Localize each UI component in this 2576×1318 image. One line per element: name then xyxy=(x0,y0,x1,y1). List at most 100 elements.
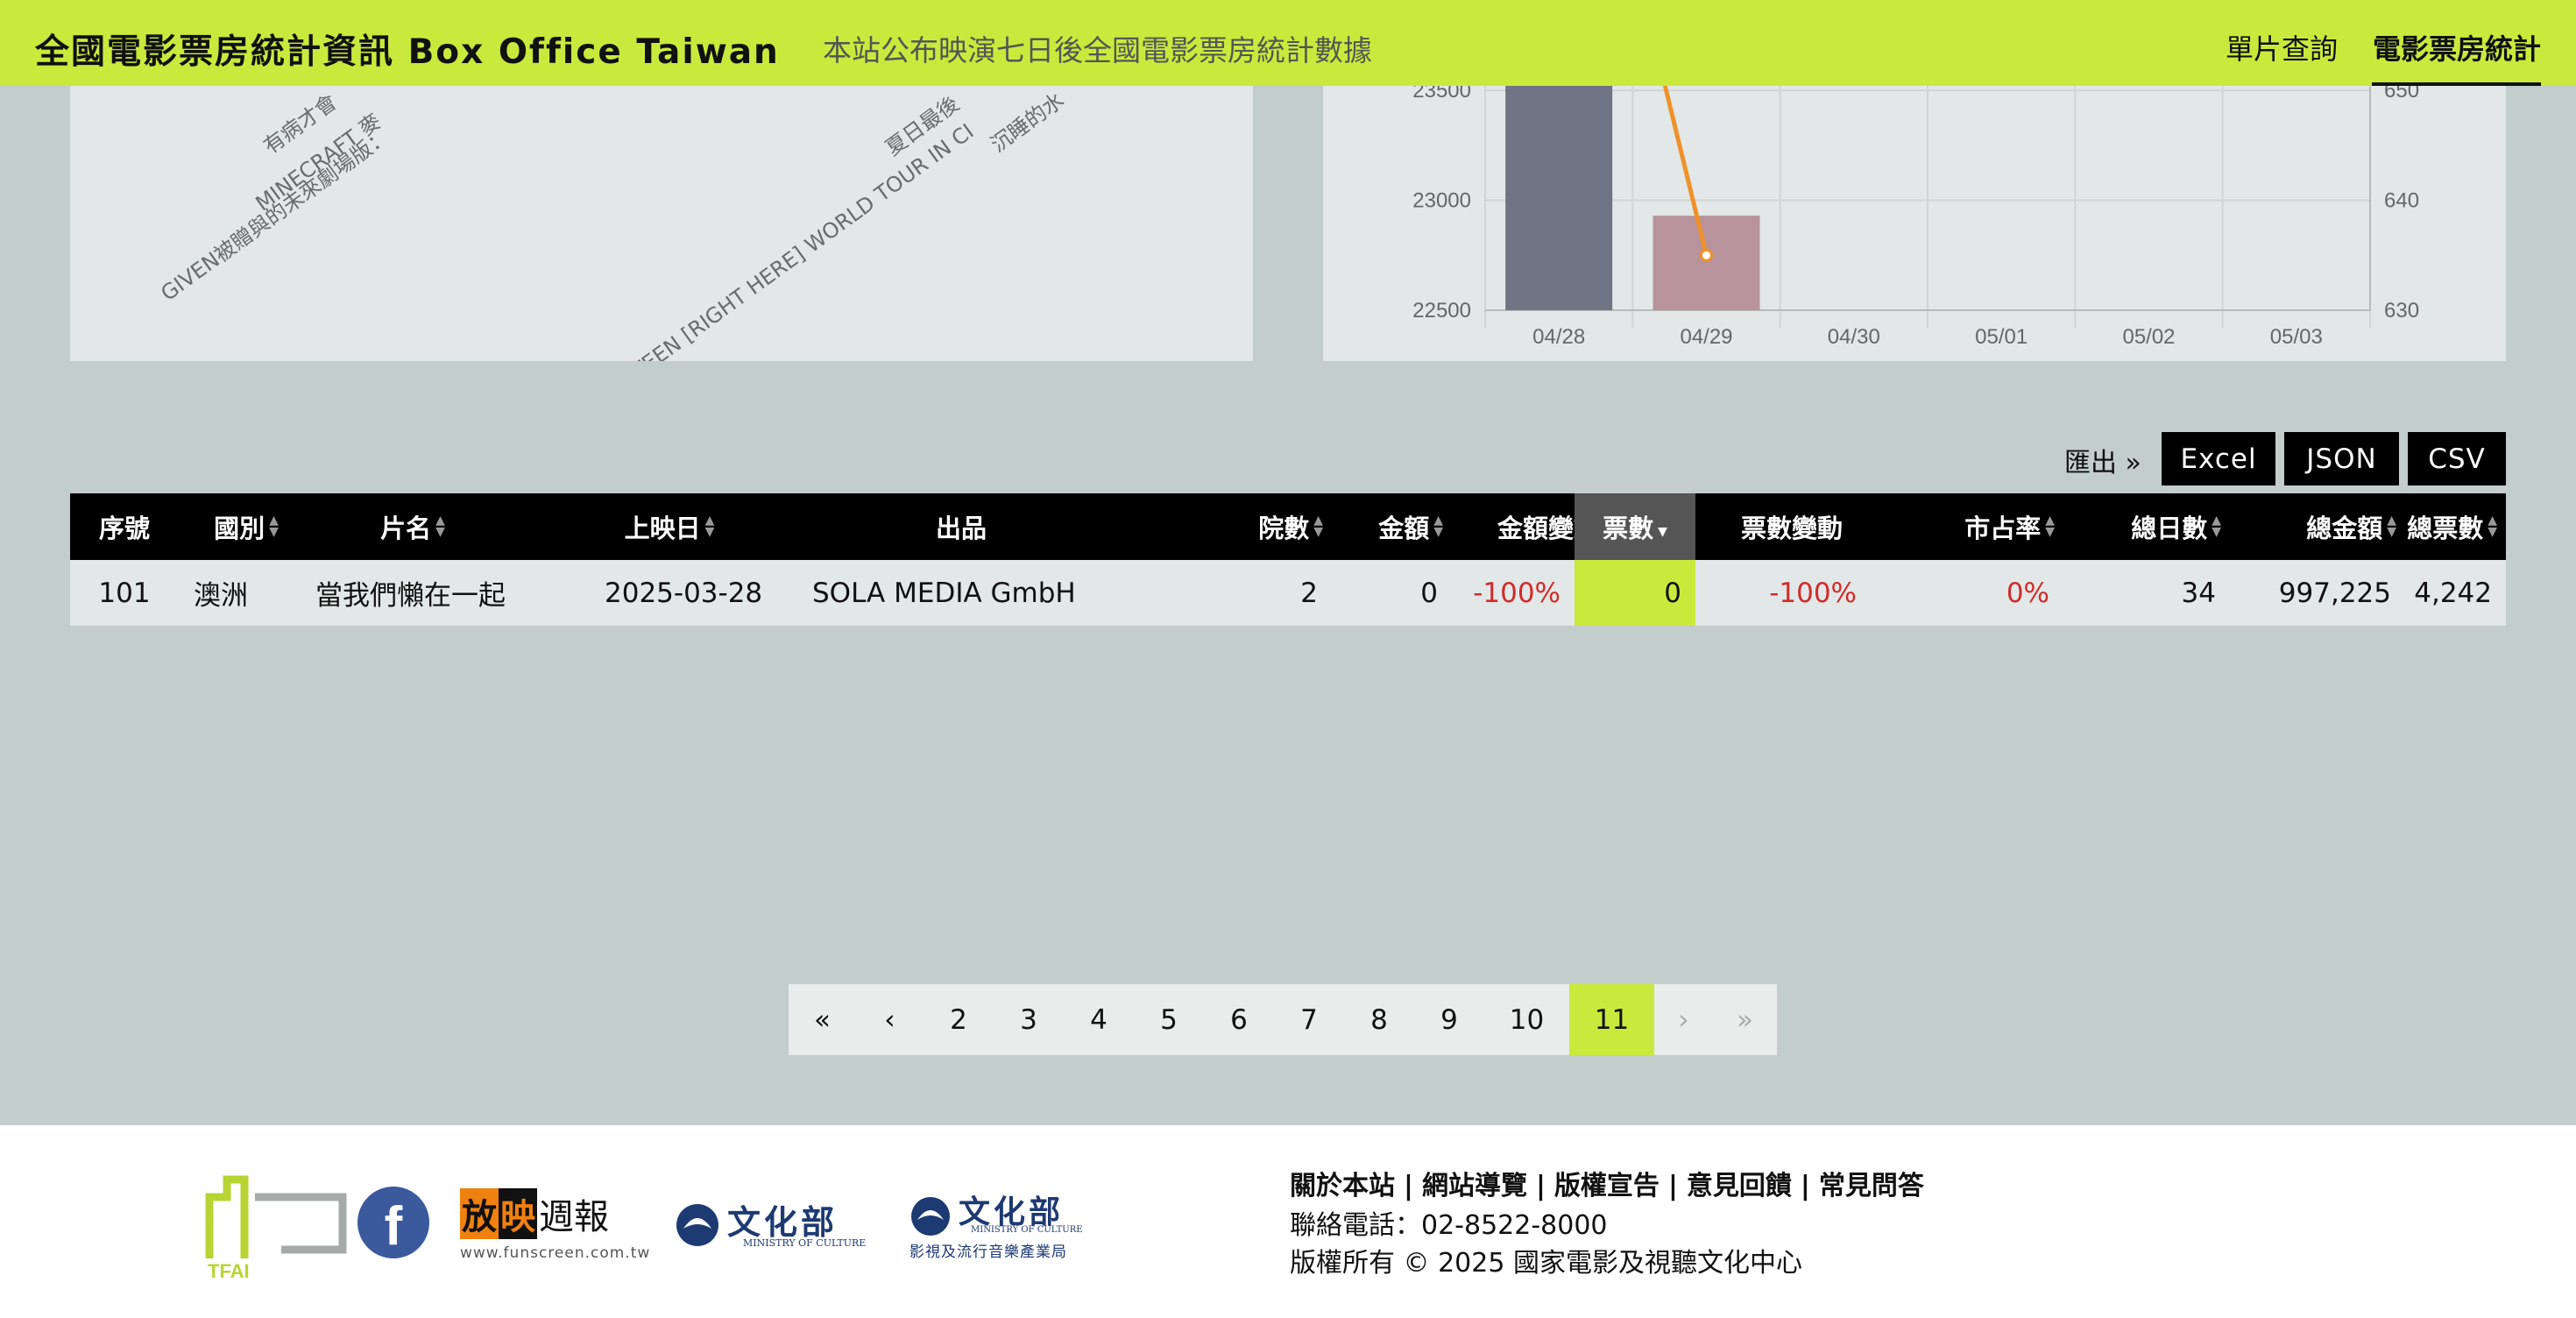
bavpi-logo-en: MINISTRY OF CULTURE xyxy=(971,1225,1083,1235)
col-header-amount[interactable]: 金額 ▲ ▼ xyxy=(1332,493,1452,560)
export-csv-button[interactable]: CSV xyxy=(2408,432,2506,485)
y-right-tick-label: 630 xyxy=(2384,299,2419,322)
tfai-logo[interactable]: TFAI xyxy=(204,1164,349,1282)
x-tick-label: 05/03 xyxy=(2270,325,2323,349)
col-header-release[interactable]: 上映日 ▲ ▼ xyxy=(512,493,827,560)
bavpi-logo-sub: 影視及流行音樂產業局 xyxy=(909,1244,1067,1261)
col-header-total-amount[interactable]: 總金額 ▲ ▼ xyxy=(2230,493,2405,560)
nav-active-underline xyxy=(2372,82,2541,86)
nav-box-office-stats[interactable]: 電影票房統計 xyxy=(2373,27,2541,67)
page-button[interactable]: 7 xyxy=(1274,984,1344,1055)
sort-icon: ▲ ▼ xyxy=(2387,514,2396,539)
footer-link-sitemap[interactable]: 網站導覽 xyxy=(1422,1171,1527,1201)
cell-theaters: 2 xyxy=(1300,577,1318,609)
col-header-total-tickets[interactable]: 總票數 ▲ ▼ xyxy=(2405,493,2506,560)
cell-total-tickets: 4,242 xyxy=(2414,577,2492,609)
y-right-tick-label: 640 xyxy=(2384,189,2419,213)
page-button[interactable]: 6 xyxy=(1204,984,1274,1055)
cell-release: 2025-03-28 xyxy=(605,577,763,609)
col-header-theaters[interactable]: 院數 ▲ ▼ xyxy=(1095,493,1332,560)
sort-icon: ▲ ▼ xyxy=(2212,514,2221,539)
export-json-button[interactable]: JSON xyxy=(2284,432,2399,485)
y-right-tick-label: 650 xyxy=(2384,86,2419,103)
x-tick-label: 05/01 xyxy=(1975,325,2028,349)
pagination: « ‹ 2 3 4 5 6 7 8 9 10 11 › » xyxy=(789,984,1777,1055)
bavpi-logo[interactable]: 文化部 MINISTRY OF CULTURE 影視及流行音樂產業局 xyxy=(909,1190,1111,1269)
footer-link-faq[interactable]: 常見問答 xyxy=(1819,1171,1924,1201)
funscreen-logo-glyph: 週報 xyxy=(539,1197,609,1237)
funscreen-logo-glyph: 映 xyxy=(499,1188,537,1239)
bavpi-emblem-icon xyxy=(911,1197,950,1236)
ministry-of-culture-logo[interactable]: 文化部 MINISTRY OF CULTURE xyxy=(675,1195,885,1257)
page-button[interactable]: 10 xyxy=(1484,984,1569,1055)
cell-title[interactable]: 當我們懶在一起 xyxy=(315,560,605,626)
daily-trend-chart-panel: 23500 23000 22500 650 640 630 04/28 04/29 04/30 0… xyxy=(1323,86,2506,361)
sort-icon: ▲ ▼ xyxy=(435,514,445,539)
sort-icon: ▲ ▼ xyxy=(2488,514,2497,539)
y-tick-label: 23500 xyxy=(1412,86,1471,103)
cell-no: 101 xyxy=(98,577,151,609)
y-tick-label: 22500 xyxy=(1412,299,1471,322)
chart-bar xyxy=(1505,86,1613,310)
chart-label: SEVENTEEN [RIGHT HERE] WORLD TOUR IN CI xyxy=(570,118,979,361)
col-header-distributor: 出品 xyxy=(935,514,987,543)
page-next-button: › xyxy=(1654,984,1713,1055)
cell-share: 0% xyxy=(2006,577,2049,609)
cell-amount-change: -100% xyxy=(1473,577,1560,609)
table-header: 序號 國別 ▲ ▼ 片名 ▲ ▼ 上映日 ▲ ▼ 出品 院數 ▲ ▼ 金額 ▲ ▼ 金額變動 票數 … xyxy=(70,493,2506,560)
cell-total-days: 34 xyxy=(2181,577,2216,609)
moc-logo-en: MINISTRY OF CULTURE xyxy=(743,1237,867,1249)
page-last-button: » xyxy=(1713,984,1777,1055)
site-subtitle: 本站公布映演七日後全國電影票房統計數據 xyxy=(823,33,1372,67)
sort-icon: ▲ ▼ xyxy=(1313,514,1323,539)
col-header-title[interactable]: 片名 ▲ ▼ xyxy=(314,493,512,560)
x-tick-label: 04/30 xyxy=(1828,325,1880,349)
x-tick-label: 05/02 xyxy=(2122,325,2175,349)
moc-emblem-icon xyxy=(676,1204,718,1246)
col-header-total-days[interactable]: 總日數 ▲ ▼ xyxy=(2063,493,2230,560)
funscreen-logo-glyph: 放 xyxy=(460,1188,499,1239)
chart-bar xyxy=(1652,216,1760,310)
page-button[interactable]: 3 xyxy=(994,984,1064,1055)
daily-trend-chart: 23500 23000 22500 650 640 630 04/28 04/29 04/30 0… xyxy=(1412,86,2419,349)
page-button[interactable]: 9 xyxy=(1414,984,1484,1055)
chart-grid xyxy=(1484,86,2371,328)
page-first-button[interactable]: « xyxy=(789,984,856,1055)
page-button[interactable]: 8 xyxy=(1344,984,1414,1055)
funscreen-url: www.funscreen.com.tw xyxy=(460,1244,651,1262)
funscreen-logo[interactable]: 放 映 週報 www.funscreen.com.tw xyxy=(460,1188,649,1262)
sort-icon: ▲ ▼ xyxy=(2045,514,2055,539)
export-excel-button[interactable]: Excel xyxy=(2162,432,2275,485)
cell-total-amount: 997,225 xyxy=(2278,577,2391,609)
page-prev-button[interactable]: ‹ xyxy=(856,984,924,1055)
footer-copyright: 版權所有 © 2025 國家電影及視聽文化中心 xyxy=(1290,1248,1802,1279)
page-current-button[interactable]: 11 xyxy=(1569,984,1654,1055)
footer-phone: 聯絡電話：02-8522-8000 xyxy=(1290,1210,1608,1241)
footer-link-copyright[interactable]: 版權宣告 xyxy=(1554,1171,1660,1201)
footer-links: 關於本站 | 網站導覽 | 版權宣告 | 意見回饋 | 常見問答 xyxy=(1290,1171,1924,1201)
cell-country: 澳洲 xyxy=(194,580,248,612)
cell-tickets: 0 xyxy=(1575,560,1695,626)
col-header-tickets-change: 票數變動 xyxy=(1740,514,1843,543)
cell-distributor: SOLA MEDIA GmbH xyxy=(812,577,1076,609)
export-label: 匯出 » xyxy=(2064,448,2141,478)
col-header-no: 序號 xyxy=(98,514,150,543)
table-row[interactable]: 101 澳洲 當我們懶在一起 2025-03-28 SOLA MEDIA Gmb… xyxy=(70,560,2506,626)
x-tick-label: 04/28 xyxy=(1532,325,1585,349)
facebook-icon[interactable]: f xyxy=(357,1187,429,1258)
col-header-country[interactable]: 國別 ▲ ▼ xyxy=(179,493,314,560)
footer-link-feedback[interactable]: 意見回饋 xyxy=(1687,1171,1792,1201)
page-button[interactable]: 5 xyxy=(1134,984,1204,1055)
nav-single-film[interactable]: 單片查詢 xyxy=(2226,27,2338,67)
page-button[interactable]: 4 xyxy=(1064,984,1134,1055)
col-header-share[interactable]: 市占率 ▲ ▼ xyxy=(1888,493,2063,560)
col-header-tickets[interactable]: 票數 ▼ xyxy=(1575,493,1695,560)
site-title[interactable]: 全國電影票房統計資訊 Box Office Taiwan xyxy=(35,25,780,74)
market-share-chart-panel: 有病才會 MINECRAFT 麥 GIVEN被贈與的未來劇場版： SEVENTE… xyxy=(70,86,1253,361)
tfai-logo-mark: TFAI xyxy=(205,1175,347,1282)
footer: TFAI f 放 映 週報 www.funscreen.com.tw 文化部 M… xyxy=(0,1125,2576,1318)
footer-link-about[interactable]: 關於本站 xyxy=(1290,1171,1395,1201)
page-button[interactable]: 2 xyxy=(924,984,994,1055)
sort-icon: ▲ ▼ xyxy=(704,514,715,539)
y-tick-label: 23000 xyxy=(1412,189,1471,213)
